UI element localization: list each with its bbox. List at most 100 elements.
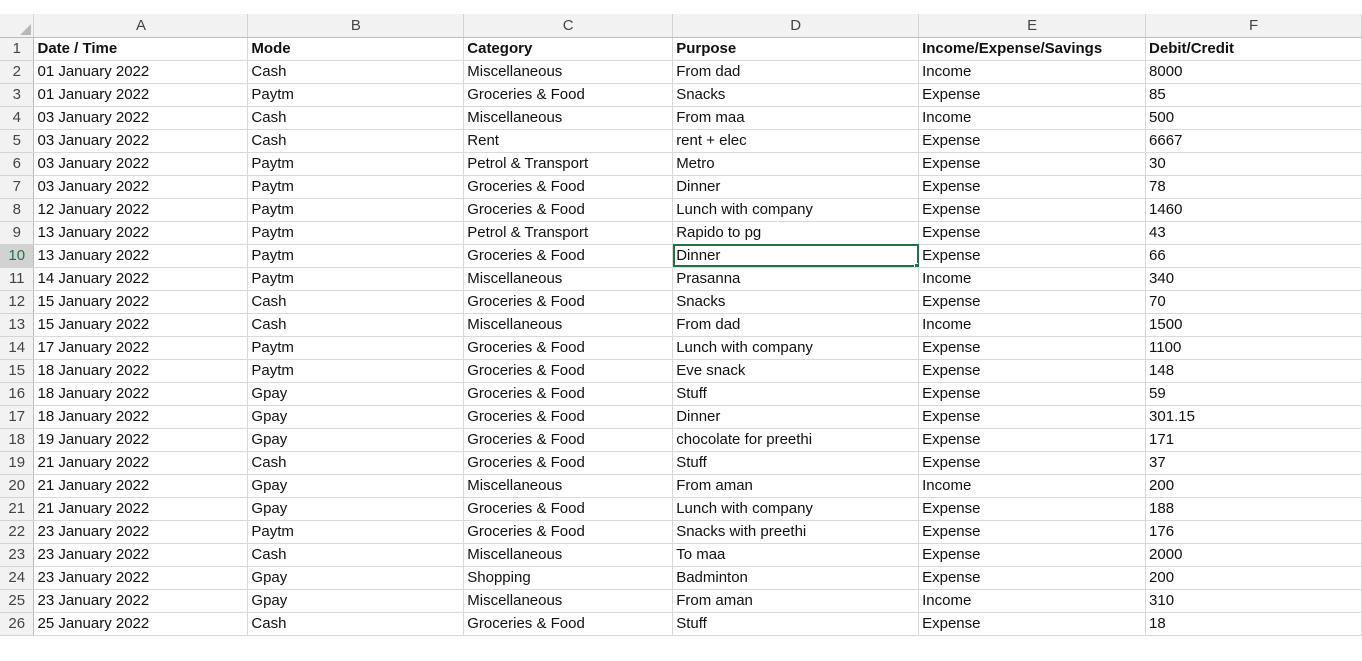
category-cell[interactable]: Groceries & Food [463, 336, 674, 360]
amount-cell[interactable]: 1100 [1145, 336, 1362, 360]
purpose-cell[interactable]: Stuff [672, 451, 920, 475]
mode-cell[interactable]: Paytm [247, 336, 465, 360]
category-cell[interactable]: Miscellaneous [463, 60, 674, 84]
row-number[interactable]: 20 [0, 474, 35, 498]
date-cell[interactable]: 21 January 2022 [33, 474, 249, 498]
category-cell[interactable]: Groceries & Food [463, 175, 674, 199]
amount-cell[interactable]: 2000 [1145, 543, 1362, 567]
category-cell[interactable]: Miscellaneous [463, 313, 674, 337]
date-cell[interactable]: 01 January 2022 [33, 60, 249, 84]
amount-cell[interactable]: 200 [1145, 474, 1362, 498]
date-cell[interactable]: 14 January 2022 [33, 267, 249, 291]
category-cell[interactable]: Groceries & Food [463, 612, 674, 636]
amount-cell[interactable]: 310 [1145, 589, 1362, 613]
amount-cell[interactable]: 176 [1145, 520, 1362, 544]
row-number[interactable]: 7 [0, 175, 35, 199]
purpose-cell[interactable]: From maa [672, 106, 920, 130]
purpose-cell[interactable]: From aman [672, 589, 920, 613]
purpose-cell[interactable]: Lunch with company [672, 336, 920, 360]
date-cell[interactable]: 23 January 2022 [33, 566, 249, 590]
row-number[interactable]: 3 [0, 83, 35, 107]
mode-cell[interactable]: Cash [247, 313, 465, 337]
purpose-cell[interactable]: Lunch with company [672, 198, 920, 222]
mode-cell[interactable]: Paytm [247, 520, 465, 544]
purpose-cell[interactable]: Snacks with preethi [672, 520, 920, 544]
date-cell[interactable]: 23 January 2022 [33, 543, 249, 567]
category-cell[interactable]: Groceries & Food [463, 405, 674, 429]
purpose-cell[interactable]: Dinner [672, 405, 920, 429]
category-cell[interactable]: Petrol & Transport [463, 221, 674, 245]
category-cell[interactable]: Groceries & Food [463, 359, 674, 383]
amount-cell[interactable]: 43 [1145, 221, 1362, 245]
purpose-cell[interactable]: From dad [672, 60, 920, 84]
purpose-cell[interactable]: Metro [672, 152, 920, 176]
date-cell[interactable]: 13 January 2022 [33, 244, 249, 268]
row-number[interactable]: 16 [0, 382, 35, 406]
type-cell[interactable]: Expense [918, 382, 1147, 406]
date-cell[interactable]: 03 January 2022 [33, 106, 249, 130]
row-number[interactable]: 1 [0, 37, 35, 61]
header-cell-purpose[interactable]: Purpose [672, 37, 920, 61]
type-cell[interactable]: Income [918, 106, 1147, 130]
purpose-cell[interactable]: Snacks [672, 290, 920, 314]
amount-cell[interactable]: 1460 [1145, 198, 1362, 222]
purpose-cell[interactable]: From dad [672, 313, 920, 337]
date-cell[interactable]: 23 January 2022 [33, 520, 249, 544]
date-cell[interactable]: 17 January 2022 [33, 336, 249, 360]
row-number[interactable]: 24 [0, 566, 35, 590]
type-cell[interactable]: Expense [918, 612, 1147, 636]
amount-cell[interactable]: 8000 [1145, 60, 1362, 84]
row-number[interactable]: 19 [0, 451, 35, 475]
mode-cell[interactable]: Gpay [247, 428, 465, 452]
amount-cell[interactable]: 200 [1145, 566, 1362, 590]
type-cell[interactable]: Income [918, 267, 1147, 291]
amount-cell[interactable]: 18 [1145, 612, 1362, 636]
type-cell[interactable]: Expense [918, 244, 1147, 268]
purpose-cell[interactable]: Badminton [672, 566, 920, 590]
mode-cell[interactable]: Paytm [247, 198, 465, 222]
category-cell[interactable]: Miscellaneous [463, 267, 674, 291]
type-cell[interactable]: Expense [918, 520, 1147, 544]
amount-cell[interactable]: 6667 [1145, 129, 1362, 153]
purpose-cell[interactable]: Dinner [672, 244, 920, 268]
date-cell[interactable]: 19 January 2022 [33, 428, 249, 452]
type-cell[interactable]: Expense [918, 198, 1147, 222]
row-number[interactable]: 6 [0, 152, 35, 176]
type-cell[interactable]: Expense [918, 428, 1147, 452]
mode-cell[interactable]: Paytm [247, 267, 465, 291]
row-number[interactable]: 12 [0, 290, 35, 314]
category-cell[interactable]: Groceries & Food [463, 497, 674, 521]
type-cell[interactable]: Expense [918, 543, 1147, 567]
purpose-cell[interactable]: chocolate for preethi [672, 428, 920, 452]
row-number[interactable]: 10 [0, 244, 35, 268]
mode-cell[interactable]: Gpay [247, 566, 465, 590]
purpose-cell[interactable]: Prasanna [672, 267, 920, 291]
amount-cell[interactable]: 78 [1145, 175, 1362, 199]
date-cell[interactable]: 03 January 2022 [33, 129, 249, 153]
type-cell[interactable]: Expense [918, 336, 1147, 360]
column-header-f[interactable]: F [1145, 14, 1362, 38]
category-cell[interactable]: Miscellaneous [463, 106, 674, 130]
row-number[interactable]: 15 [0, 359, 35, 383]
amount-cell[interactable]: 59 [1145, 382, 1362, 406]
column-header-b[interactable]: B [247, 14, 465, 38]
category-cell[interactable]: Petrol & Transport [463, 152, 674, 176]
mode-cell[interactable]: Cash [247, 543, 465, 567]
mode-cell[interactable]: Paytm [247, 244, 465, 268]
category-cell[interactable]: Groceries & Food [463, 244, 674, 268]
date-cell[interactable]: 01 January 2022 [33, 83, 249, 107]
row-number[interactable]: 25 [0, 589, 35, 613]
category-cell[interactable]: Groceries & Food [463, 451, 674, 475]
amount-cell[interactable]: 500 [1145, 106, 1362, 130]
type-cell[interactable]: Expense [918, 152, 1147, 176]
date-cell[interactable]: 15 January 2022 [33, 290, 249, 314]
category-cell[interactable]: Groceries & Food [463, 198, 674, 222]
amount-cell[interactable]: 148 [1145, 359, 1362, 383]
purpose-cell[interactable]: To maa [672, 543, 920, 567]
mode-cell[interactable]: Cash [247, 290, 465, 314]
column-header-a[interactable]: A [33, 14, 249, 38]
mode-cell[interactable]: Gpay [247, 382, 465, 406]
category-cell[interactable]: Groceries & Food [463, 520, 674, 544]
mode-cell[interactable]: Gpay [247, 405, 465, 429]
type-cell[interactable]: Expense [918, 451, 1147, 475]
